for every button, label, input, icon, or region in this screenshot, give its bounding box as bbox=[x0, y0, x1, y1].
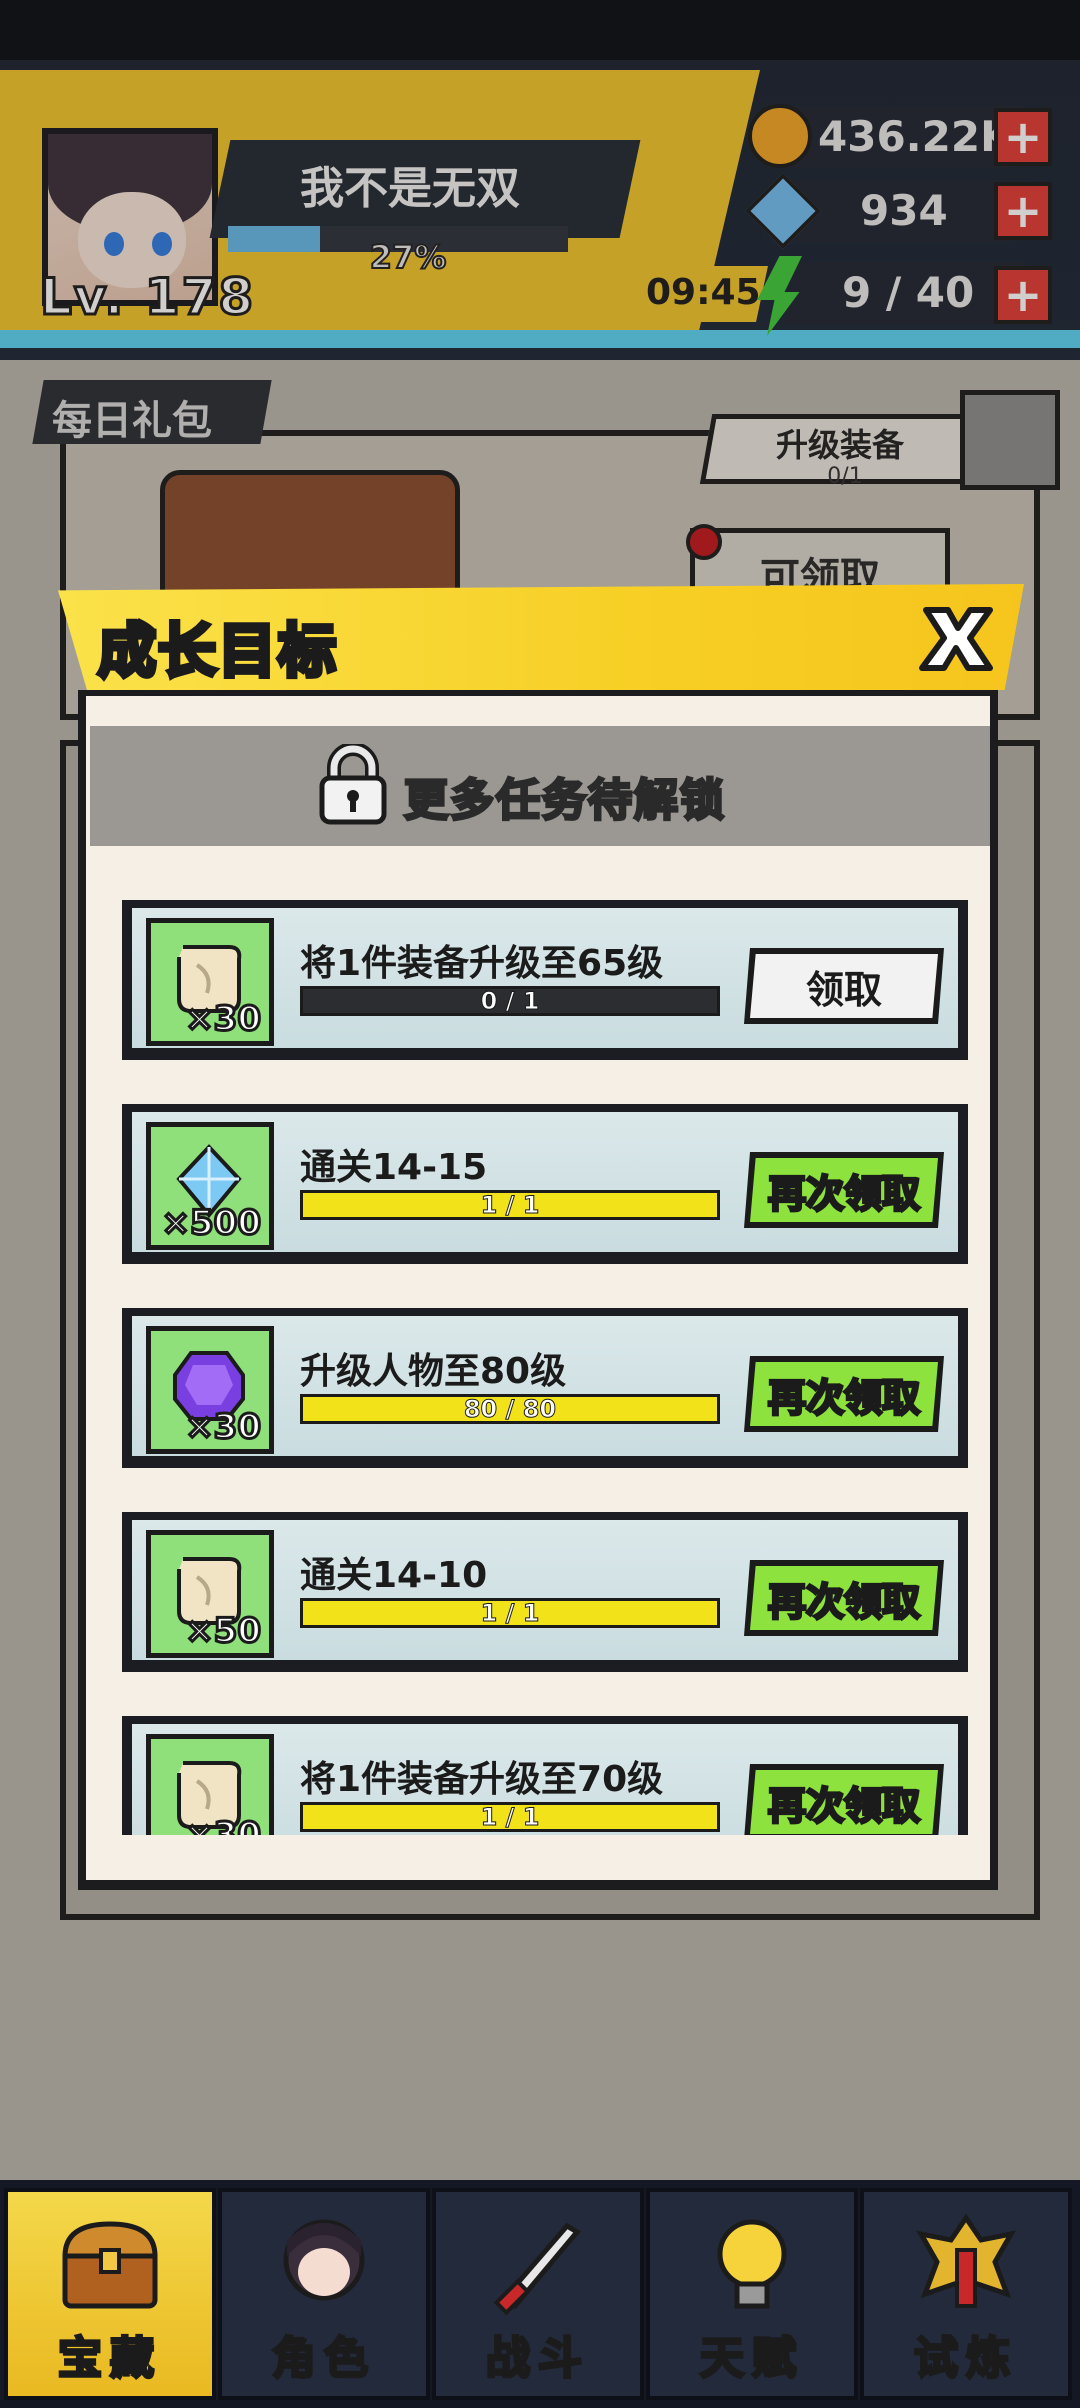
nav-tab-label: 试炼 bbox=[913, 2332, 1018, 2386]
nav-tab-label: 宝藏 bbox=[57, 2332, 162, 2386]
task-card: ×30 将1件装备升级至70级 1 / 1 再次领取 bbox=[122, 1716, 968, 1835]
lightbulb-icon bbox=[697, 2210, 807, 2320]
lock-icon bbox=[316, 742, 390, 826]
task-title: 升级人物至80级 bbox=[300, 1351, 567, 1392]
nav-tab-treasure-chest[interactable]: 宝藏 bbox=[4, 2188, 216, 2400]
nav-tab-trial[interactable]: 试炼 bbox=[860, 2188, 1072, 2400]
task-progress-text: 1 / 1 bbox=[480, 1803, 540, 1832]
reward-icon-frame: ×30 bbox=[146, 1734, 274, 1835]
task-card: ×50 通关14-10 1 / 1 再次领取 bbox=[122, 1512, 968, 1672]
task-title: 将1件装备升级至70级 bbox=[300, 1759, 664, 1800]
claim-again-button[interactable]: 再次领取 bbox=[744, 1560, 944, 1636]
reward-quantity: ×30 bbox=[184, 1814, 263, 1836]
reward-quantity: ×30 bbox=[184, 1406, 263, 1449]
nav-tab-label: 天赋 bbox=[699, 2332, 804, 2386]
task-progress-text: 1 / 1 bbox=[480, 1599, 540, 1628]
claim-again-button[interactable]: 再次领取 bbox=[744, 1356, 944, 1432]
task-button-label: 再次领取 bbox=[750, 1566, 938, 1630]
growth-modal-title: 成长目标 bbox=[95, 615, 339, 688]
task-button-label: 再次领取 bbox=[750, 1362, 938, 1426]
nav-tab-label: 角色 bbox=[271, 2332, 376, 2386]
task-list[interactable]: ×30 将1件装备升级至65级 0 / 1 领取 ×500 通关14-15 1 / 1 再次领… bbox=[90, 880, 990, 1835]
trial-icon bbox=[911, 2210, 1021, 2320]
task-title: 通关14-10 bbox=[300, 1555, 488, 1596]
character-icon bbox=[269, 2210, 379, 2320]
reward-icon-frame: ×500 bbox=[146, 1122, 274, 1250]
task-progress-text: 1 / 1 bbox=[480, 1191, 540, 1220]
reward-quantity: ×30 bbox=[184, 998, 263, 1041]
claim-again-button[interactable]: 再次领取 bbox=[744, 1764, 944, 1835]
task-card: ×30 升级人物至80级 80 / 80 再次领取 bbox=[122, 1308, 968, 1468]
close-button[interactable] bbox=[914, 596, 998, 680]
claim-button[interactable]: 领取 bbox=[744, 948, 944, 1024]
close-icon bbox=[919, 607, 993, 671]
task-title: 通关14-15 bbox=[300, 1147, 488, 1188]
task-progress-text: 0 / 1 bbox=[480, 987, 540, 1016]
nav-tab-lightbulb[interactable]: 天赋 bbox=[646, 2188, 858, 2400]
nav-tab-label: 战斗 bbox=[485, 2332, 590, 2386]
nav-tab-battle[interactable]: 战斗 bbox=[432, 2188, 644, 2400]
battle-icon bbox=[483, 2210, 593, 2320]
locked-tasks-text: 更多任务待解锁 bbox=[403, 774, 726, 828]
task-button-label: 再次领取 bbox=[750, 1770, 938, 1834]
task-card: ×500 通关14-15 1 / 1 再次领取 bbox=[122, 1104, 968, 1264]
task-card: ×30 将1件装备升级至65级 0 / 1 领取 bbox=[122, 900, 968, 1060]
task-button-label: 再次领取 bbox=[750, 1158, 938, 1222]
task-title: 将1件装备升级至65级 bbox=[300, 943, 664, 984]
reward-quantity: ×500 bbox=[160, 1202, 262, 1245]
reward-quantity: ×50 bbox=[184, 1610, 263, 1653]
reward-icon-frame: ×30 bbox=[146, 918, 274, 1046]
reward-icon-frame: ×50 bbox=[146, 1530, 274, 1658]
task-progress-text: 80 / 80 bbox=[463, 1395, 557, 1424]
nav-tab-character[interactable]: 角色 bbox=[218, 2188, 430, 2400]
claim-again-button[interactable]: 再次领取 bbox=[744, 1152, 944, 1228]
treasure-chest-icon bbox=[55, 2210, 165, 2320]
task-button-label: 领取 bbox=[750, 954, 938, 1018]
reward-icon-frame: ×30 bbox=[146, 1326, 274, 1454]
